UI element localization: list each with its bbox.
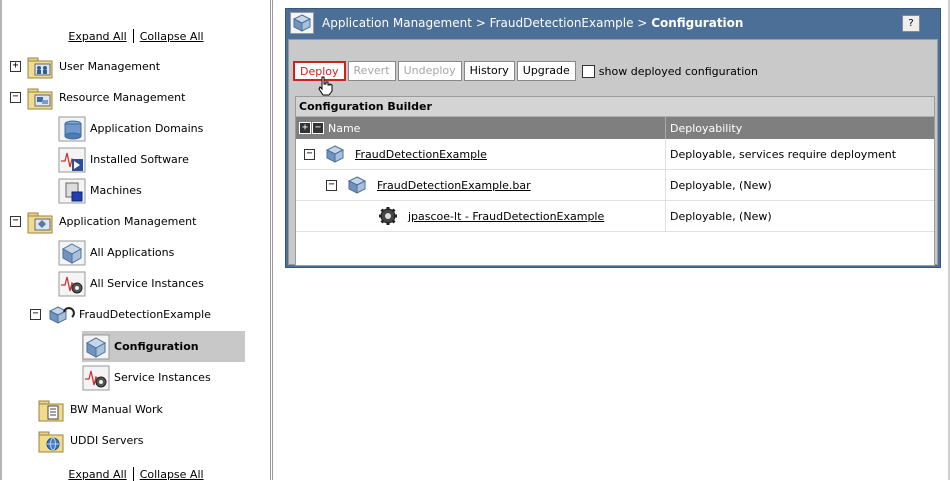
tree-item-application-management[interactable]: − Application Management (10, 206, 196, 237)
panel-header: Application Management > FraudDetectionE… (286, 9, 940, 37)
tree-item-all-service-instances[interactable]: All Service Instances (58, 268, 204, 299)
table-row: − FraudDetectionExample Deployable, serv… (296, 138, 934, 170)
gear-icon (379, 207, 397, 225)
expand-toggle[interactable]: + (10, 61, 21, 72)
collapse-toggle[interactable]: − (304, 148, 315, 160)
tree-item-label: Configuration (114, 340, 199, 353)
configuration-builder: Configuration Builder + − Name Deployabi… (295, 96, 935, 266)
tree-item-label: All Service Instances (90, 277, 204, 290)
service-instances-icon (58, 271, 86, 296)
folder-users-icon (27, 57, 53, 78)
collapse-all-link[interactable]: Collapse All (140, 30, 204, 43)
expand-all-link[interactable]: Expand All (68, 30, 126, 43)
panel-body: Deploy Revert Undeploy History Upgrade s… (288, 39, 938, 266)
name-cell: − FraudDetectionExample.bar (296, 169, 666, 201)
tree-item-bw-manual-work[interactable]: BW Manual Work (38, 394, 163, 425)
configuration-panel: Application Management > FraudDetectionE… (285, 8, 941, 268)
undeploy-button[interactable]: Undeploy (397, 61, 462, 81)
machine-icon (58, 178, 86, 203)
breadcrumb-current: Configuration (651, 16, 744, 30)
service-instance-link[interactable]: jpascoe-lt - FraudDetectionExample (408, 210, 604, 223)
application-cube-icon (58, 240, 86, 265)
tree-item-service-instances[interactable]: Service Instances (82, 362, 211, 393)
table-row: jpascoe-lt - FraudDetectionExample Deplo… (296, 200, 934, 232)
collapse-toggle[interactable]: − (10, 92, 21, 103)
deployability-cell: Deployable, (New) (670, 209, 772, 223)
tree-item-installed-software[interactable]: Installed Software (58, 144, 189, 175)
tree-item-frauddetectionexample[interactable]: − FraudDetectionExample (30, 299, 211, 330)
tree-item-all-applications[interactable]: All Applications (58, 237, 174, 268)
collapse-toggle[interactable]: − (30, 309, 41, 320)
tree-item-label: User Management (59, 60, 161, 73)
application-cube-icon (325, 145, 345, 163)
tree-item-resource-management[interactable]: − Resource Management (10, 82, 185, 113)
tree-item-configuration[interactable]: Configuration (82, 331, 245, 362)
breadcrumb-path: Application Management > FraudDetectionE… (322, 16, 652, 30)
name-cell: jpascoe-lt - FraudDetectionExample (296, 200, 666, 232)
hand-cursor-icon (318, 76, 333, 96)
application-link[interactable]: FraudDetectionExample (355, 148, 487, 161)
tree-item-uddi-servers[interactable]: UDDI Servers (38, 425, 144, 456)
tree-item-label: FraudDetectionExample (79, 308, 211, 321)
help-button[interactable]: ? (902, 15, 920, 32)
navigation-tree: Expand All Collapse All + User Management… (0, 0, 273, 481)
toolbar: Deploy Revert Undeploy History Upgrade s… (293, 60, 758, 82)
tree-item-label: Application Domains (90, 122, 204, 135)
tree-item-label: UDDI Servers (70, 434, 144, 447)
archive-cube-icon (347, 176, 367, 194)
table-row: − FraudDetectionExample.bar Deployable, … (296, 169, 934, 201)
column-label: Name (328, 121, 361, 135)
tree-item-label: Machines (90, 184, 142, 197)
tree-item-label: Service Instances (114, 371, 211, 384)
collapse-toggle[interactable]: − (326, 179, 337, 191)
tree-item-label: Installed Software (90, 153, 189, 166)
grid-header: + − Name Deployability (296, 117, 934, 139)
tree-controls-bottom: Expand All Collapse All (2, 467, 270, 481)
tree-item-user-management[interactable]: + User Management (10, 51, 160, 82)
name-column-header: + − Name (296, 117, 666, 139)
link-separator (132, 29, 134, 43)
folder-applications-icon (27, 212, 53, 233)
history-button[interactable]: History (463, 61, 515, 81)
folder-document-icon (38, 400, 64, 421)
application-cube-icon (290, 12, 314, 34)
tree-item-label: Application Management (59, 215, 197, 228)
show-deployed-label: show deployed configuration (598, 64, 758, 78)
tree-item-application-domains[interactable]: Application Domains (58, 113, 203, 144)
breadcrumb: Application Management > FraudDetectionE… (322, 16, 743, 30)
link-separator (132, 467, 134, 481)
deployability-cell: Deployable, services require deployment (670, 147, 897, 161)
deployability-column-header: Deployability (670, 121, 743, 135)
tree-controls-top: Expand All Collapse All (2, 29, 270, 43)
collapse-all-icon[interactable]: − (312, 122, 324, 134)
folder-globe-icon (38, 431, 64, 452)
expand-all-link[interactable]: Expand All (68, 468, 126, 481)
name-cell: − FraudDetectionExample (296, 138, 666, 170)
upgrade-button[interactable]: Upgrade (516, 61, 576, 81)
application-refresh-icon (48, 305, 75, 324)
tree-item-label: BW Manual Work (70, 403, 163, 416)
collapse-toggle[interactable]: − (10, 216, 21, 227)
configuration-cube-icon (82, 334, 110, 359)
show-deployed-checkbox[interactable] (581, 64, 595, 78)
tree-item-label: Resource Management (59, 91, 186, 104)
tree-item-label: All Applications (90, 246, 175, 259)
service-instances-icon (82, 365, 110, 390)
revert-button[interactable]: Revert (347, 61, 396, 81)
database-icon (58, 116, 86, 141)
tree-item-machines[interactable]: Machines (58, 175, 142, 206)
installed-software-icon (58, 147, 86, 172)
folder-resources-icon (27, 88, 53, 109)
archive-link[interactable]: FraudDetectionExample.bar (377, 179, 531, 192)
expand-all-icon[interactable]: + (299, 122, 311, 134)
deployability-cell: Deployable, (New) (670, 178, 772, 192)
builder-title: Configuration Builder (296, 97, 934, 117)
collapse-all-link[interactable]: Collapse All (140, 468, 204, 481)
